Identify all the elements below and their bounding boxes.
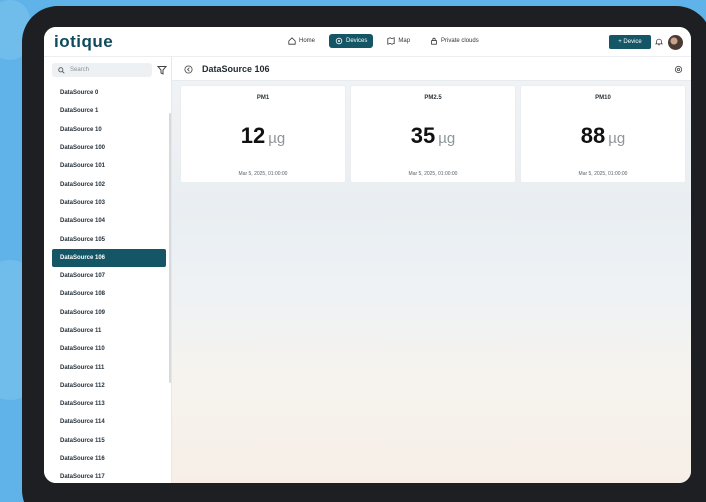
nav-home-label: Home — [299, 38, 316, 44]
metric-timestamp: Mar 5, 2025, 01:00:00 — [238, 171, 288, 177]
metric-value: 88 µg — [521, 123, 685, 149]
sidebar-item-datasource[interactable]: DataSource 115 — [52, 432, 166, 450]
app-logo[interactable]: iotique — [54, 32, 113, 52]
sidebar-item-datasource[interactable]: DataSource 105 — [52, 230, 166, 248]
sidebar-item-datasource[interactable]: DataSource 112 — [52, 377, 166, 395]
search-placeholder: Search — [70, 67, 90, 73]
metric-timestamp: Mar 5, 2025, 01:00:00 — [408, 171, 458, 177]
sidebar-item-datasource[interactable]: DataSource 106 — [52, 248, 166, 267]
home-icon — [288, 37, 296, 45]
nav-private-clouds[interactable]: Private clouds — [424, 34, 485, 48]
bell-icon[interactable] — [655, 37, 663, 46]
main-nav: Home Devices Map Private clouds — [282, 34, 485, 48]
nav-home[interactable]: Home — [282, 34, 321, 48]
metric-number: 88 — [580, 123, 606, 148]
main-header: DataSource 106 — [172, 57, 691, 81]
sidebar-item-datasource[interactable]: DataSource 0 — [52, 84, 166, 102]
metric-unit: µg — [268, 130, 286, 147]
sidebar-item-datasource[interactable]: DataSource 110 — [52, 340, 166, 358]
metric-card-pm25: PM2.5 35 µg Mar 5, 2025, 01:00:00 — [350, 85, 516, 183]
metric-number: 12 — [240, 123, 266, 148]
sidebar-item-datasource[interactable]: DataSource 109 — [52, 304, 166, 322]
metric-cards: PM1 12 µg Mar 5, 2025, 01:00:00 PM2.5 35 µ… — [180, 85, 686, 183]
sidebar-scrollbar[interactable] — [169, 113, 171, 383]
back-icon[interactable] — [184, 65, 193, 74]
sidebar-item-datasource[interactable]: DataSource 11 — [52, 322, 166, 340]
metric-label: PM2.5 — [424, 95, 442, 101]
sidebar-item-datasource[interactable]: DataSource 114 — [52, 413, 166, 431]
add-device-button[interactable]: + Device — [609, 35, 651, 49]
devices-icon — [335, 37, 343, 45]
gear-icon[interactable] — [674, 65, 683, 74]
datasource-list: DataSource 0 DataSource 1 DataSource 10 Dat… — [52, 84, 166, 483]
search-icon — [58, 66, 65, 74]
sidebar-item-datasource[interactable]: DataSource 1 — [52, 102, 166, 120]
lock-icon — [431, 37, 437, 45]
metric-label: PM10 — [595, 95, 611, 101]
nav-map-label: Map — [398, 38, 411, 44]
sidebar-item-datasource[interactable]: DataSource 117 — [52, 468, 166, 483]
metric-unit: µg — [438, 130, 456, 147]
search-input[interactable]: Search — [52, 63, 152, 77]
sidebar-item-datasource[interactable]: DataSource 108 — [52, 285, 166, 303]
metric-card-pm10: PM10 88 µg Mar 5, 2025, 01:00:00 — [520, 85, 686, 183]
nav-devices-label: Devices — [346, 38, 368, 44]
metric-value: 12 µg — [181, 123, 345, 149]
sidebar: Search DataSource 0 DataSource 1 DataSourc… — [44, 57, 172, 483]
metric-value: 35 µg — [351, 123, 515, 149]
metric-card-pm1: PM1 12 µg Mar 5, 2025, 01:00:00 — [180, 85, 346, 183]
nav-devices[interactable]: Devices — [329, 34, 374, 48]
sidebar-item-datasource[interactable]: DataSource 104 — [52, 212, 166, 230]
app-screen: iotique Home Devices Map Private clouds … — [44, 27, 691, 483]
sidebar-item-datasource[interactable]: DataSource 102 — [52, 175, 166, 193]
map-icon — [387, 37, 395, 45]
sidebar-item-datasource[interactable]: DataSource 103 — [52, 194, 166, 212]
metric-number: 35 — [410, 123, 436, 148]
metric-label: PM1 — [256, 95, 270, 101]
avatar[interactable] — [668, 35, 683, 50]
sidebar-item-datasource[interactable]: DataSource 113 — [52, 395, 166, 413]
top-bar: iotique Home Devices Map Private clouds … — [44, 27, 691, 57]
sidebar-item-datasource[interactable]: DataSource 101 — [52, 157, 166, 175]
main-panel: DataSource 106 PM1 12 µg Mar 5, 2025, 01:… — [172, 57, 691, 483]
page-title: DataSource 106 — [202, 64, 270, 74]
filter-icon[interactable] — [157, 65, 167, 75]
sidebar-item-datasource[interactable]: DataSource 100 — [52, 139, 166, 157]
nav-map[interactable]: Map — [381, 34, 416, 48]
sidebar-item-datasource[interactable]: DataSource 111 — [52, 358, 166, 376]
sidebar-item-datasource[interactable]: DataSource 10 — [52, 121, 166, 139]
metric-timestamp: Mar 5, 2025, 01:00:00 — [578, 171, 628, 177]
sidebar-item-datasource[interactable]: DataSource 116 — [52, 450, 166, 468]
metric-unit: µg — [608, 130, 626, 147]
sidebar-item-datasource[interactable]: DataSource 107 — [52, 267, 166, 285]
nav-private-clouds-label: Private clouds — [441, 38, 479, 44]
